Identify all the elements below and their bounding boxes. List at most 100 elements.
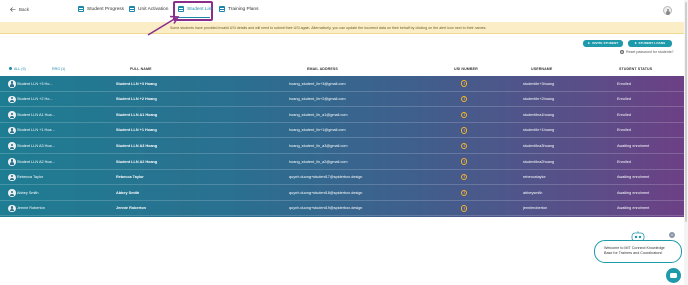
tab-label: Training Plans — [228, 6, 259, 12]
invite-label: INVITE STUDENT — [592, 41, 619, 46]
student-short-name: Student LLN +2 Ho... — [17, 97, 53, 102]
usi-warning-banner: Some students have provided invalid USI … — [0, 22, 688, 34]
table-row[interactable]: Abbey Smith Abbey Smith quynh.duong+studen… — [0, 185, 688, 201]
student-full-name: Jennie Roberton — [116, 206, 146, 211]
student-status: Awaiting enrolment — [617, 143, 650, 148]
student-full-name: Student LLN A1 Hoang — [116, 112, 158, 117]
banner-text: Some students have provided invalid USI … — [170, 25, 487, 30]
chat-welcome-bubble[interactable]: Welcome to MIT Connect Knowledge Base fo… — [594, 240, 682, 263]
filter-ready[interactable]: RRG (1) — [52, 67, 65, 71]
header-usi[interactable]: USI NUMBER — [454, 67, 478, 71]
tab-unit-activation[interactable]: Unit Activation — [129, 6, 168, 12]
student-status: Enrolled — [617, 159, 631, 164]
table-row[interactable]: Student LLN +3 Ho... Student LLN +3 Hoang… — [0, 76, 688, 92]
annotation-arrow — [147, 15, 180, 36]
table-row[interactable]: Student LLN A1 Hoa... Student LLN A1 Hoan… — [0, 107, 688, 123]
table-row[interactable]: Student LLN +2 Ho... Student LLN +2 Hoang… — [0, 92, 688, 108]
student-username: studentllna2hoang — [523, 159, 555, 164]
usi-alert-icon[interactable] — [461, 189, 468, 196]
chat-launcher-button[interactable] — [666, 268, 681, 283]
avatar — [8, 173, 16, 182]
usi-alert-icon[interactable] — [461, 111, 468, 118]
avatar — [8, 95, 16, 104]
usi-alert-icon[interactable] — [461, 142, 468, 150]
back-label: Back — [19, 7, 30, 12]
question-icon: ? — [620, 50, 624, 54]
avatar — [8, 142, 16, 150]
student-status: Awaiting enrolment — [617, 206, 650, 211]
student-username: studentllna3hoang — [523, 143, 555, 148]
student-username: studentlln+1hoang — [523, 128, 555, 133]
student-email: hoang_student_lln+2@gmail.com — [289, 97, 346, 102]
student-full-name: Student LLN +1 Hoang — [116, 128, 157, 133]
list-icon — [178, 6, 184, 12]
table-row[interactable]: Jennie Roberton Jennie Roberton quynh.duon… — [0, 201, 688, 217]
student-short-name: Jennie Roberton — [17, 206, 45, 211]
student-username: jennieroberton — [523, 206, 548, 211]
student-email: quynh.duong+student17@spiderbox.design — [289, 175, 363, 180]
student-status: Enrolled — [617, 97, 631, 102]
student-loans-button[interactable]: $ STUDENT LOANS — [628, 40, 672, 47]
usi-alert-icon[interactable] — [461, 95, 468, 103]
send-icon: ➤ — [587, 41, 591, 46]
table-header: ALL (9) RRG (1) FULL NAME EMAIL ADDRESS … — [0, 64, 688, 74]
usi-alert-icon[interactable] — [461, 80, 468, 87]
scrollbar-thumb[interactable] — [684, 2, 688, 222]
tab-training-plans[interactable]: Training Plans — [219, 6, 258, 12]
table-row[interactable]: Student LLN +1 Hoa... Student LLN +1 Hoan… — [0, 123, 688, 139]
tab-label: Student Progress — [87, 6, 125, 12]
usi-alert-icon[interactable] — [461, 158, 468, 165]
invite-student-button[interactable]: ➤ INVITE STUDENT — [583, 40, 623, 47]
student-email: hoang_student_lln_a3@gmail.com — [289, 143, 348, 148]
student-email: quynh.duong+student19@spiderbox.design — [289, 206, 363, 211]
table-row[interactable]: Rebecca Taylor Rebecca Taylor quynh.duong+… — [0, 170, 688, 186]
table-row[interactable]: Student LLN A2 Hoa... Student LLN A2 Hoan… — [0, 154, 688, 170]
tab-student-list[interactable]: Student List — [178, 6, 212, 12]
student-short-name: Student LLN A2 Hoa... — [17, 159, 55, 164]
reset-password-link[interactable]: ? Reset password for students? — [620, 50, 674, 54]
table-row[interactable]: Student LLN A3 Hoa... Student LLN A3 Hoan… — [0, 138, 688, 154]
header-status[interactable]: STUDENT STATUS — [619, 67, 652, 71]
avatar — [8, 111, 16, 119]
student-email: quynh.duong+student18@spiderbox.design — [289, 190, 363, 195]
student-full-name: Student LLN A2 Hoang — [116, 159, 158, 164]
loans-label: STUDENT LOANS — [638, 41, 666, 46]
tab-label: Unit Activation — [138, 6, 169, 12]
tab-label: Student List — [187, 6, 213, 12]
student-short-name: Abbey Smith — [17, 190, 39, 195]
student-short-name: Rebecca Taylor — [17, 175, 44, 180]
student-short-name: Student LLN A3 Hoa... — [17, 143, 55, 148]
user-avatar[interactable] — [663, 6, 672, 15]
student-short-name: Student LLN +3 Ho... — [17, 81, 53, 86]
avatar — [8, 126, 16, 135]
student-email: hoang_student_lln_a2@gmail.com — [289, 159, 348, 164]
student-username: rebeccataylor — [523, 175, 546, 180]
filter-all-label: ALL (9) — [14, 66, 26, 71]
usi-alert-icon[interactable] — [461, 205, 468, 212]
list-icon — [129, 6, 135, 12]
header-username[interactable]: USERNAME — [531, 67, 552, 71]
calendar-icon — [219, 6, 225, 12]
usi-alert-icon[interactable] — [461, 173, 468, 181]
scrollbar[interactable] — [684, 0, 688, 285]
filter-dot-icon — [9, 67, 12, 70]
student-username: studentlln+2hoang — [523, 97, 555, 102]
filter-all[interactable]: ALL (9) — [9, 67, 26, 71]
student-full-name: Student LLN A3 Hoang — [116, 143, 158, 148]
close-chat-bubble-button[interactable]: × — [669, 232, 675, 238]
back-link[interactable]: Back — [10, 7, 29, 12]
usi-alert-icon[interactable] — [461, 127, 468, 134]
arrow-left-icon — [10, 7, 16, 12]
header-email[interactable]: EMAIL ADDRESS — [307, 67, 338, 71]
student-username: studentlln+3hoang — [523, 81, 555, 86]
tab-student-progress[interactable]: Student Progress — [78, 6, 124, 12]
avatar — [8, 204, 16, 213]
student-full-name: Abbey Smith — [116, 190, 140, 195]
header-full-name[interactable]: FULL NAME — [130, 67, 152, 71]
student-short-name: Student LLN +1 Hoa... — [17, 128, 55, 133]
student-email: hoang_student_lln+1@gmail.com — [289, 128, 346, 133]
student-short-name: Student LLN A1 Hoa... — [17, 112, 55, 117]
reset-label: Reset password for students? — [626, 50, 674, 54]
student-status: Awaiting enrolment — [617, 190, 650, 195]
avatar — [8, 189, 16, 197]
